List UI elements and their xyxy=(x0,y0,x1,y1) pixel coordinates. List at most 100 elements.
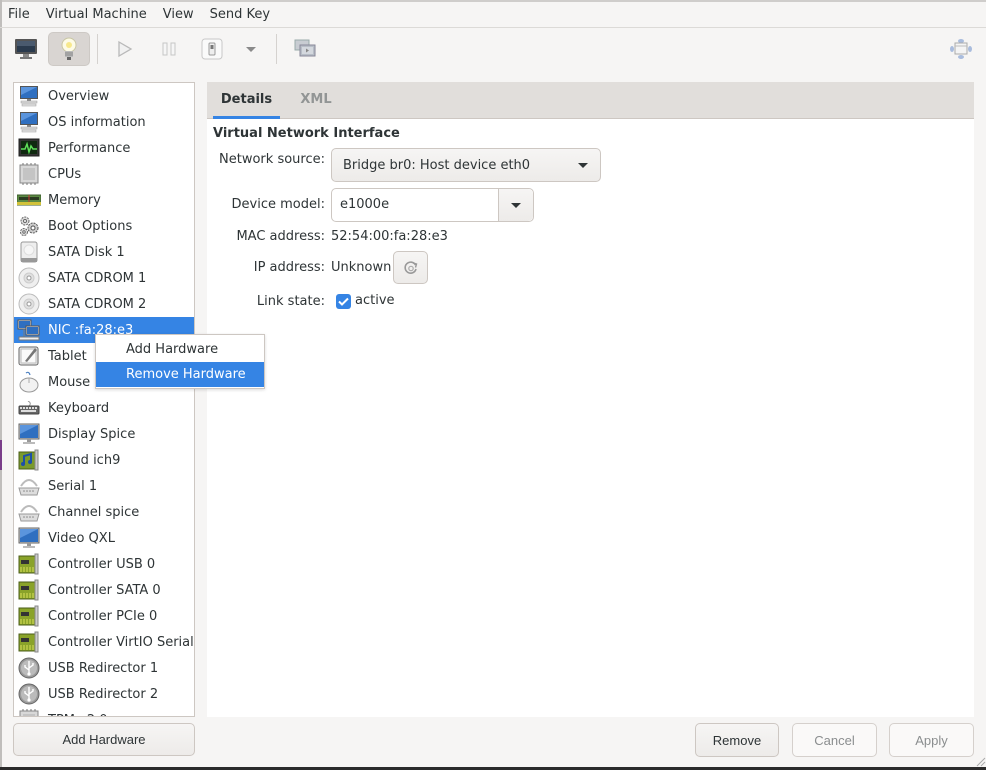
device-model-dropdown-button[interactable] xyxy=(498,189,533,221)
device-model-label: Device model: xyxy=(231,197,325,212)
hardware-list-item-label: USB Redirector 1 xyxy=(48,660,159,676)
memory-module-icon xyxy=(17,188,41,212)
chevron-down-icon xyxy=(578,163,588,168)
mac-address-label: MAC address: xyxy=(236,229,325,244)
hardware-list-item-label: Overview xyxy=(48,88,110,104)
hardware-list[interactable]: Overview OS information Performance CPUs Mem… xyxy=(13,82,195,717)
hardware-list-item[interactable]: Overview xyxy=(14,83,194,109)
hardware-list-item-label: Controller USB 0 xyxy=(48,556,156,572)
hardware-list-item[interactable]: USB Redirector 2 xyxy=(14,681,194,707)
refresh-icon xyxy=(403,260,417,274)
hardware-list-item[interactable]: Channel spice xyxy=(14,499,194,525)
power-icon xyxy=(201,38,223,60)
mac-address-value: 52:54:00:fa:28:e3 xyxy=(331,229,448,244)
hardware-list-item-label: Keyboard xyxy=(48,400,110,416)
link-state-checkbox[interactable] xyxy=(336,294,351,309)
hardware-list-item-label: SATA CDROM 1 xyxy=(48,270,147,286)
hardware-list-item[interactable]: Controller VirtIO Serial 0 xyxy=(14,629,194,655)
shutdown-menu-button[interactable] xyxy=(230,32,272,66)
computer-icon xyxy=(17,84,41,108)
hardware-list-item-label: Serial 1 xyxy=(48,478,98,494)
hardware-list-item[interactable]: SATA CDROM 2 xyxy=(14,291,194,317)
performance-monitor-icon xyxy=(17,136,41,160)
menu-view[interactable]: View xyxy=(157,3,200,27)
device-model-input[interactable]: e1000e xyxy=(332,189,498,221)
hardware-list-item[interactable]: Display Spice xyxy=(14,421,194,447)
hardware-list-item[interactable]: OS information xyxy=(14,109,194,135)
apply-button[interactable]: Apply xyxy=(889,723,974,757)
hardware-list-item-label: USB Redirector 2 xyxy=(48,686,159,702)
hardware-list-item[interactable]: SATA Disk 1 xyxy=(14,239,194,265)
hardware-list-item[interactable]: Controller PCIe 0 xyxy=(14,603,194,629)
menu-send-key[interactable]: Send Key xyxy=(204,3,276,27)
menu-virtual-machine[interactable]: Virtual Machine xyxy=(40,3,153,27)
controller-card-icon xyxy=(17,578,41,602)
hardware-list-item[interactable]: Controller USB 0 xyxy=(14,551,194,577)
display-icon xyxy=(17,526,41,550)
controller-card-icon xyxy=(17,630,41,654)
context-menu-remove-hardware[interactable]: Remove Hardware xyxy=(96,362,264,387)
checkmark-icon xyxy=(338,297,349,306)
hard-disk-icon xyxy=(17,240,41,264)
resize-grip-icon[interactable] xyxy=(974,755,986,767)
hardware-list-item[interactable]: Sound ich9 xyxy=(14,447,194,473)
pause-button[interactable] xyxy=(148,32,190,66)
context-menu: Add Hardware Remove Hardware xyxy=(95,334,265,389)
toolbar xyxy=(0,28,986,70)
hardware-list-item[interactable]: Performance xyxy=(14,135,194,161)
toolbar-separator xyxy=(276,34,277,64)
fullscreen-button[interactable] xyxy=(940,32,982,66)
console-view-button[interactable] xyxy=(5,32,47,66)
tab-details[interactable]: Details xyxy=(213,82,280,119)
remove-button[interactable]: Remove xyxy=(695,723,779,757)
hardware-list-item[interactable]: TPM v2.0 xyxy=(14,707,194,716)
hardware-list-item-label: Performance xyxy=(48,140,131,156)
hardware-list-item-label: Boot Options xyxy=(48,218,133,234)
hardware-list-item[interactable]: Keyboard xyxy=(14,395,194,421)
controller-card-icon xyxy=(17,552,41,576)
shutdown-button[interactable] xyxy=(191,32,233,66)
menu-file[interactable]: File xyxy=(2,3,36,27)
device-model-combo: e1000e xyxy=(331,188,534,222)
network-source-label: Network source: xyxy=(219,152,325,167)
cancel-button[interactable]: Cancel xyxy=(792,723,877,757)
hardware-list-item[interactable]: Serial 1 xyxy=(14,473,194,499)
mouse-icon xyxy=(17,370,41,394)
details-notebook: Details XML Virtual Network Interface Ne… xyxy=(207,82,974,717)
keyboard-icon xyxy=(17,396,41,420)
network-source-dropdown[interactable]: Bridge br0: Host device eth0 xyxy=(331,148,601,182)
hardware-list-item[interactable]: Memory xyxy=(14,187,194,213)
hardware-list-item-label: SATA Disk 1 xyxy=(48,244,125,260)
hardware-list-item-label: Sound ich9 xyxy=(48,452,121,468)
hardware-list-item-label: Memory xyxy=(48,192,101,208)
cdrom-icon xyxy=(17,266,41,290)
cpu-chip-icon xyxy=(17,162,41,186)
context-menu-add-hardware[interactable]: Add Hardware xyxy=(96,337,264,362)
hardware-list-item[interactable]: Controller SATA 0 xyxy=(14,577,194,603)
ip-address-value: Unknown xyxy=(331,260,392,275)
toolbar-separator xyxy=(97,34,98,64)
monitor-icon xyxy=(15,39,37,59)
hardware-list-item[interactable]: Video QXL xyxy=(14,525,194,551)
hardware-list-item-label: OS information xyxy=(48,114,146,130)
run-button[interactable] xyxy=(104,32,146,66)
serial-port-icon xyxy=(17,474,41,498)
add-hardware-button[interactable]: Add Hardware xyxy=(13,723,195,756)
network-icon xyxy=(17,318,41,342)
refresh-ip-button[interactable] xyxy=(393,251,428,284)
snapshots-button[interactable] xyxy=(284,32,326,66)
tab-bar: Details XML xyxy=(207,82,974,119)
menubar: File Virtual Machine View Send Key xyxy=(2,3,280,27)
hardware-list-item-label: Video QXL xyxy=(48,530,115,546)
window-left-border xyxy=(0,0,2,770)
link-state-value[interactable]: active xyxy=(355,293,395,308)
background-window-edge xyxy=(0,440,2,470)
hardware-list-item-label: Controller SATA 0 xyxy=(48,582,161,598)
cdrom-icon xyxy=(17,292,41,316)
tab-xml[interactable]: XML xyxy=(293,82,339,119)
details-view-button[interactable] xyxy=(48,32,90,66)
hardware-list-item[interactable]: Boot Options xyxy=(14,213,194,239)
hardware-list-item[interactable]: USB Redirector 1 xyxy=(14,655,194,681)
hardware-list-item[interactable]: SATA CDROM 1 xyxy=(14,265,194,291)
hardware-list-item[interactable]: CPUs xyxy=(14,161,194,187)
